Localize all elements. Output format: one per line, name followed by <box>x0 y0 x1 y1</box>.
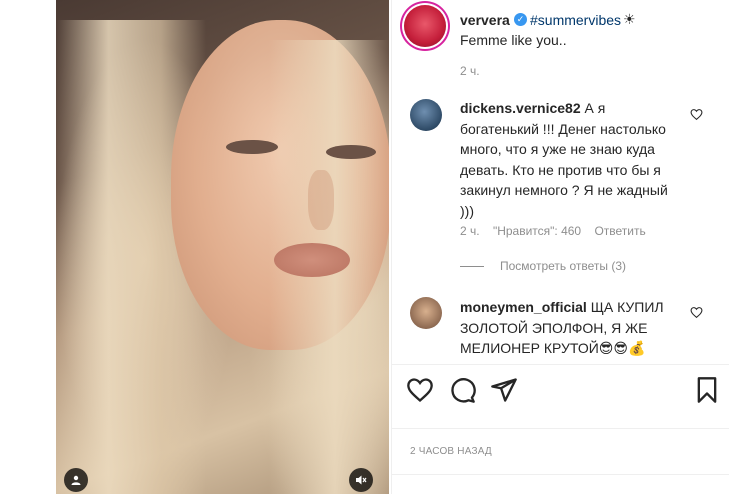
author-username[interactable]: ververa <box>460 12 510 28</box>
post-photo[interactable] <box>56 0 389 494</box>
photo-eye-left <box>226 140 278 154</box>
comment-like-heart-icon[interactable] <box>690 108 703 121</box>
sun-emoji: ☀ <box>623 11 636 27</box>
verified-badge-icon: ✓ <box>514 13 527 26</box>
comment-like-heart-icon[interactable] <box>690 306 703 319</box>
mute-icon[interactable] <box>349 468 373 492</box>
post-date[interactable]: 2 ЧАСОВ НАЗАД <box>410 446 492 457</box>
comment-username[interactable]: dickens.vernice82 <box>460 100 581 116</box>
author-avatar[interactable] <box>404 5 446 47</box>
comment-avatar[interactable] <box>410 297 442 329</box>
comment-icon[interactable] <box>448 376 476 404</box>
view-replies-label: Посмотреть ответы (3) <box>500 259 627 273</box>
hashtag-link[interactable]: #summervibes <box>530 12 621 28</box>
caption-time[interactable]: 2 ч. <box>460 64 480 78</box>
reply-button[interactable]: Ответить <box>594 224 645 238</box>
divider <box>392 364 729 365</box>
bookmark-icon[interactable] <box>693 376 721 404</box>
view-replies-line <box>460 265 484 267</box>
comment-body: moneymen_official ЩА КУПИЛ ЗОЛОТОЙ ЭПОЛФ… <box>460 297 682 359</box>
divider <box>392 474 729 475</box>
photo-nose <box>308 170 334 230</box>
share-icon[interactable] <box>490 376 518 404</box>
divider <box>392 428 729 429</box>
comment-username[interactable]: moneymen_official <box>460 299 587 315</box>
comment-avatar[interactable] <box>410 99 442 131</box>
tag-people-icon[interactable] <box>64 468 88 492</box>
comment-time[interactable]: 2 ч. <box>460 224 480 238</box>
post-caption: Femme like you.. <box>460 32 567 48</box>
view-replies-button[interactable]: Посмотреть ответы (3) <box>460 259 626 273</box>
comment-likes[interactable]: "Нравится": 460 <box>493 224 581 238</box>
heart-icon[interactable] <box>406 376 434 404</box>
comment-text: А я богатенький !!! Денег настолько мног… <box>460 100 668 219</box>
comment-body: dickens.vernice82 А я богатенький !!! Де… <box>460 98 682 221</box>
photo-lips <box>274 243 350 277</box>
comment-meta: 2 ч. "Нравится": 460 Ответить <box>460 224 656 238</box>
photo-eye-right <box>326 145 376 159</box>
post-side-panel: ververa ✓ #summervibes ☀ Femme like you.… <box>391 0 729 494</box>
